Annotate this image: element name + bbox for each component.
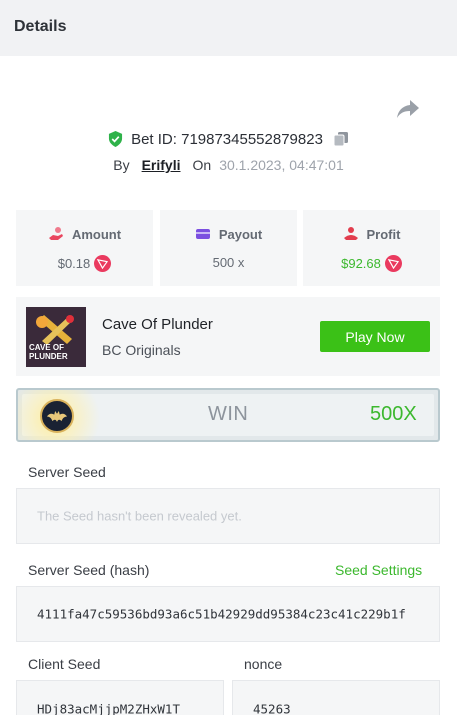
profit-value: $92.68 <box>341 256 381 271</box>
server-seed-hash-value: 4111fa47c59536bd93a6c51b42929dd95384c23c… <box>37 606 406 622</box>
game-thumb-label: CAVE OF PLUNDER <box>29 343 68 361</box>
client-seed-label: Client Seed <box>28 656 101 672</box>
copy-icon[interactable] <box>333 131 349 147</box>
page-title: Details <box>14 18 67 35</box>
on-label: On <box>192 157 212 173</box>
server-seed-label: Server Seed <box>28 464 106 480</box>
game-card: CAVE OF PLUNDER Cave Of Plunder BC Origi… <box>16 297 440 376</box>
server-seed-hash-field[interactable]: 4111fa47c59536bd93a6c51b42929dd95384c23c… <box>16 586 440 642</box>
profit-hand-icon <box>343 227 358 240</box>
bat-coin-icon <box>40 399 74 433</box>
play-now-button[interactable]: Play Now <box>320 321 430 352</box>
amount-label: Amount <box>71 226 122 242</box>
bet-author-row: By Erifyli On 30.1.2023, 04:47:01 <box>0 154 457 176</box>
share-icon[interactable] <box>396 98 420 120</box>
tron-coin-icon <box>94 255 112 272</box>
game-thumbnail[interactable]: CAVE OF PLUNDER <box>26 307 86 367</box>
seed-settings-link[interactable]: Seed Settings <box>335 562 422 578</box>
server-seed-field[interactable]: The Seed hasn't been revealed yet. <box>16 488 440 544</box>
profit-label: Profit <box>366 226 401 242</box>
payout-label: Payout <box>218 226 263 242</box>
nonce-value: 45263 <box>253 701 291 715</box>
amount-card: Amount $0.18 <box>16 210 153 286</box>
server-seed-hash-label: Server Seed (hash) <box>28 562 150 578</box>
card-icon <box>195 229 210 239</box>
verified-shield-icon <box>109 131 123 147</box>
result-label: WIN <box>208 403 249 425</box>
server-seed-placeholder: The Seed hasn't been revealed yet. <box>37 508 242 524</box>
bet-id-row: Bet ID: 71987345552879823 <box>0 128 457 150</box>
payout-card: Payout 500 x <box>160 210 297 286</box>
bet-id: Bet ID: 71987345552879823 <box>131 130 323 148</box>
details-header: Details <box>0 0 457 56</box>
payout-value: 500 x <box>212 255 245 270</box>
by-label: By <box>113 157 130 173</box>
result-bar: WIN 500X <box>16 388 440 442</box>
profit-card: Profit $92.68 <box>303 210 440 286</box>
client-seed-field[interactable]: HDj83acMjjpM2ZHxW1T <box>16 680 224 715</box>
nonce-label: nonce <box>244 656 283 672</box>
result-multiplier: 500X <box>370 403 417 425</box>
game-provider: BC Originals <box>102 342 181 358</box>
amount-value: $0.18 <box>57 256 91 271</box>
username-link[interactable]: Erifyli <box>142 157 181 173</box>
client-seed-value: HDj83acMjjpM2ZHxW1T <box>37 701 180 715</box>
money-hand-icon <box>48 227 63 240</box>
tron-coin-icon <box>384 255 402 272</box>
game-name[interactable]: Cave Of Plunder <box>102 316 213 333</box>
bet-datetime: 30.1.2023, 04:47:01 <box>219 157 344 173</box>
nonce-field[interactable]: 45263 <box>232 680 440 715</box>
